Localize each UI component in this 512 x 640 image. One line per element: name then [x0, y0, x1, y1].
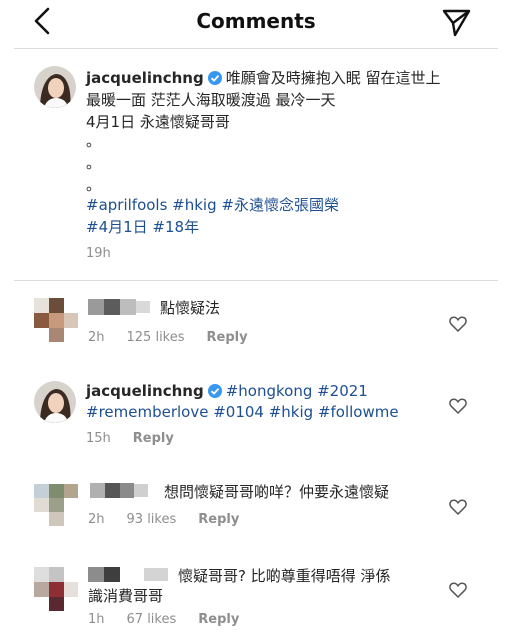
caption-dot: 。 — [86, 176, 102, 194]
comment-text: 點懷疑法 — [160, 299, 221, 317]
caption-hashtags-1[interactable]: #aprilfools #hkig #永遠懷念張國榮 — [86, 194, 339, 216]
reply-button[interactable]: Reply — [207, 330, 248, 345]
comment-meta: 1h 67 likes Reply — [88, 612, 261, 627]
comments-header: Comments — [0, 0, 512, 46]
comment-time: 2h — [88, 512, 105, 527]
heart-icon[interactable] — [449, 499, 467, 515]
blurred-username — [88, 299, 150, 315]
caption-hashtags-2[interactable]: #4月1日 #18年 — [86, 216, 199, 238]
avatar[interactable] — [34, 66, 76, 108]
comment-likes[interactable]: 93 likes — [127, 512, 177, 527]
reply-button[interactable]: Reply — [198, 612, 239, 627]
comment-meta: 2h 125 likes Reply — [88, 330, 270, 345]
comment-text: 想問懷疑哥哥啲咩？仲要永遠懷疑 — [164, 483, 390, 501]
header-divider — [14, 48, 498, 49]
comment-time: 15h — [86, 431, 111, 446]
caption-divider — [14, 280, 498, 281]
comment-meta: 2h 93 likes Reply — [88, 512, 261, 527]
reply-button[interactable]: Reply — [133, 431, 174, 446]
caption-line-3: 4月1日 永遠懷疑哥哥 — [86, 113, 230, 131]
caption-dot: 。 — [86, 132, 102, 150]
caption-line-2: 最暖一面 茫茫人海取暖渡過 最冷一天 — [86, 91, 336, 109]
avatar[interactable] — [34, 484, 78, 526]
direct-send-icon[interactable] — [440, 6, 472, 38]
comment-likes[interactable]: 67 likes — [127, 612, 177, 627]
avatar[interactable] — [34, 567, 78, 611]
comment-likes[interactable]: 125 likes — [127, 330, 185, 345]
caption-text: 唯願會及時擁抱入眠 留在這世上 — [225, 69, 441, 87]
verified-badge-icon — [207, 71, 222, 85]
caption-username[interactable]: jacquelinchng — [86, 69, 204, 87]
comment-hashtags-2[interactable]: #rememberlove #0104 #hkig #followme — [86, 401, 399, 423]
comment-line-1: jacquelinchng #hongkong #2021 — [86, 380, 368, 402]
comment-username[interactable]: jacquelinchng — [86, 382, 204, 400]
heart-icon[interactable] — [449, 316, 467, 332]
comment-time: 1h — [88, 612, 105, 627]
reply-button[interactable]: Reply — [198, 512, 239, 527]
caption-line-1: jacquelinchng 唯願會及時擁抱入眠 留在這世上 — [86, 67, 440, 89]
comment-time: 2h — [88, 330, 105, 345]
avatar[interactable] — [34, 381, 76, 423]
comment-hashtags[interactable]: #hongkong #2021 — [226, 382, 368, 400]
comment-text-line-1: 懷疑哥哥? 比啲尊重得唔得 淨係 — [178, 567, 391, 585]
caption-dot: 。 — [86, 154, 102, 172]
page-title: Comments — [196, 9, 316, 33]
comment-text-line-2: 識消費哥哥 — [88, 587, 164, 605]
avatar[interactable] — [34, 298, 78, 342]
heart-icon[interactable] — [449, 398, 467, 414]
blurred-username — [90, 483, 148, 498]
blurred-username — [88, 567, 168, 582]
comment-meta: 15h Reply — [86, 431, 196, 446]
heart-icon[interactable] — [449, 582, 467, 598]
caption-timestamp: 19h — [86, 246, 111, 261]
verified-badge-icon — [207, 384, 222, 398]
